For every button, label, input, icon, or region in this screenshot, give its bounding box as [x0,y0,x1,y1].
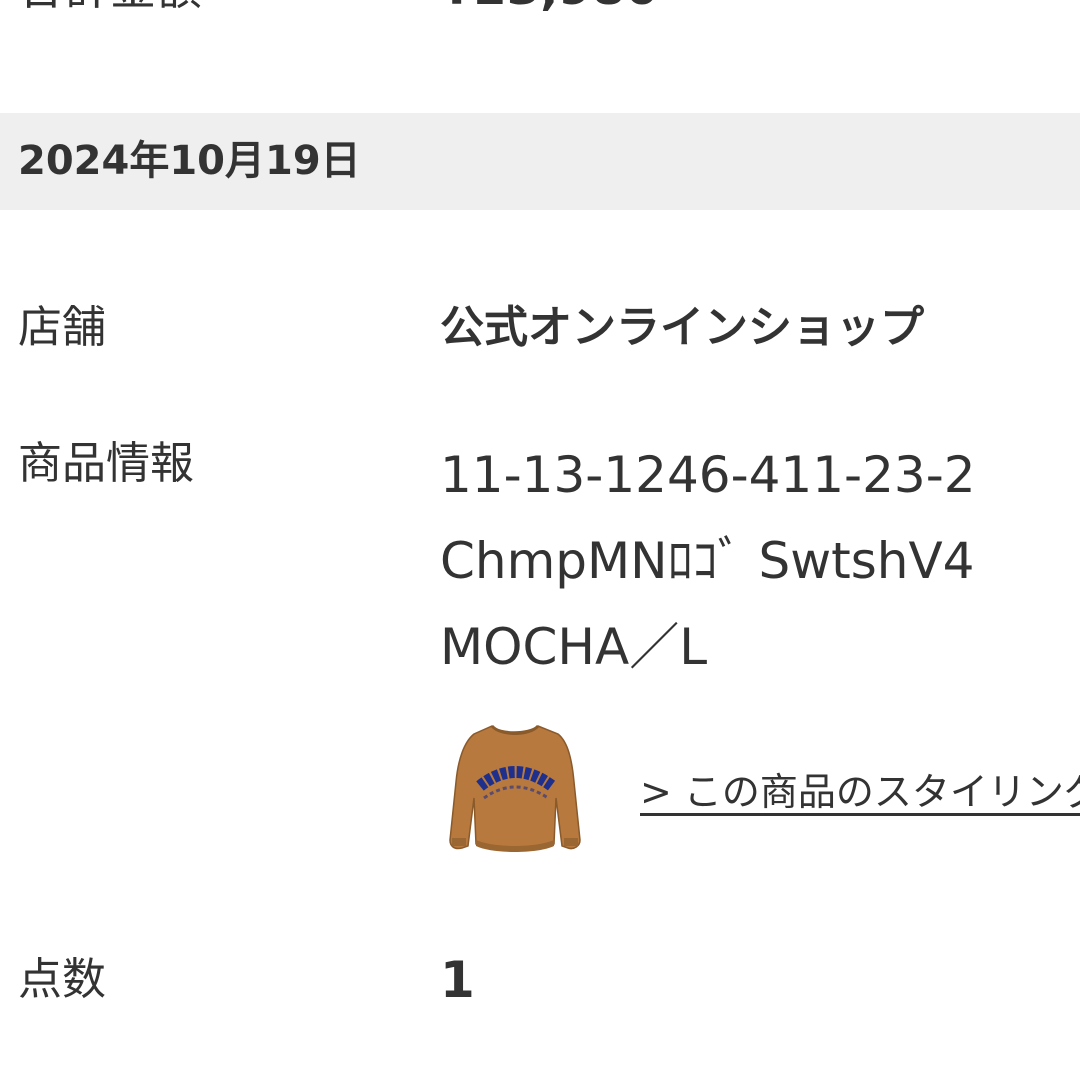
product-name: ChmpMNﾛｺﾞ SwtshV4 [440,532,975,590]
store-value: 公式オンラインショップ [440,302,924,353]
quantity-label: 点数 [18,954,106,1005]
order-date: 2024年10月19日 [18,138,361,184]
total-amount-value: ¥23,980 [440,0,659,18]
product-thumbnail[interactable] [440,712,590,862]
store-label: 店舗 [18,302,106,353]
product-variant: MOCHA／L [440,618,708,676]
total-amount-label: 合計金額 [18,0,202,18]
product-code: 11-13-1246-411-23-2 [440,446,976,504]
view-styling-link[interactable]: > この商品のスタイリング [640,764,1080,820]
total-amount-row: 合計金額 ¥23,980 [0,0,1080,18]
order-detail-page: 合計金額 ¥23,980 2024年10月19日 店舗 公式オンラインショップ … [0,0,1080,1080]
sweatshirt-icon [449,724,581,852]
quantity-value: 1 [440,951,475,1009]
order-date-header: 2024年10月19日 [0,113,1080,210]
product-info-label: 商品情報 [18,438,194,489]
product-info-value: 11-13-1246-411-23-2 ChmpMNﾛｺﾞ SwtshV4 MO… [440,432,976,690]
